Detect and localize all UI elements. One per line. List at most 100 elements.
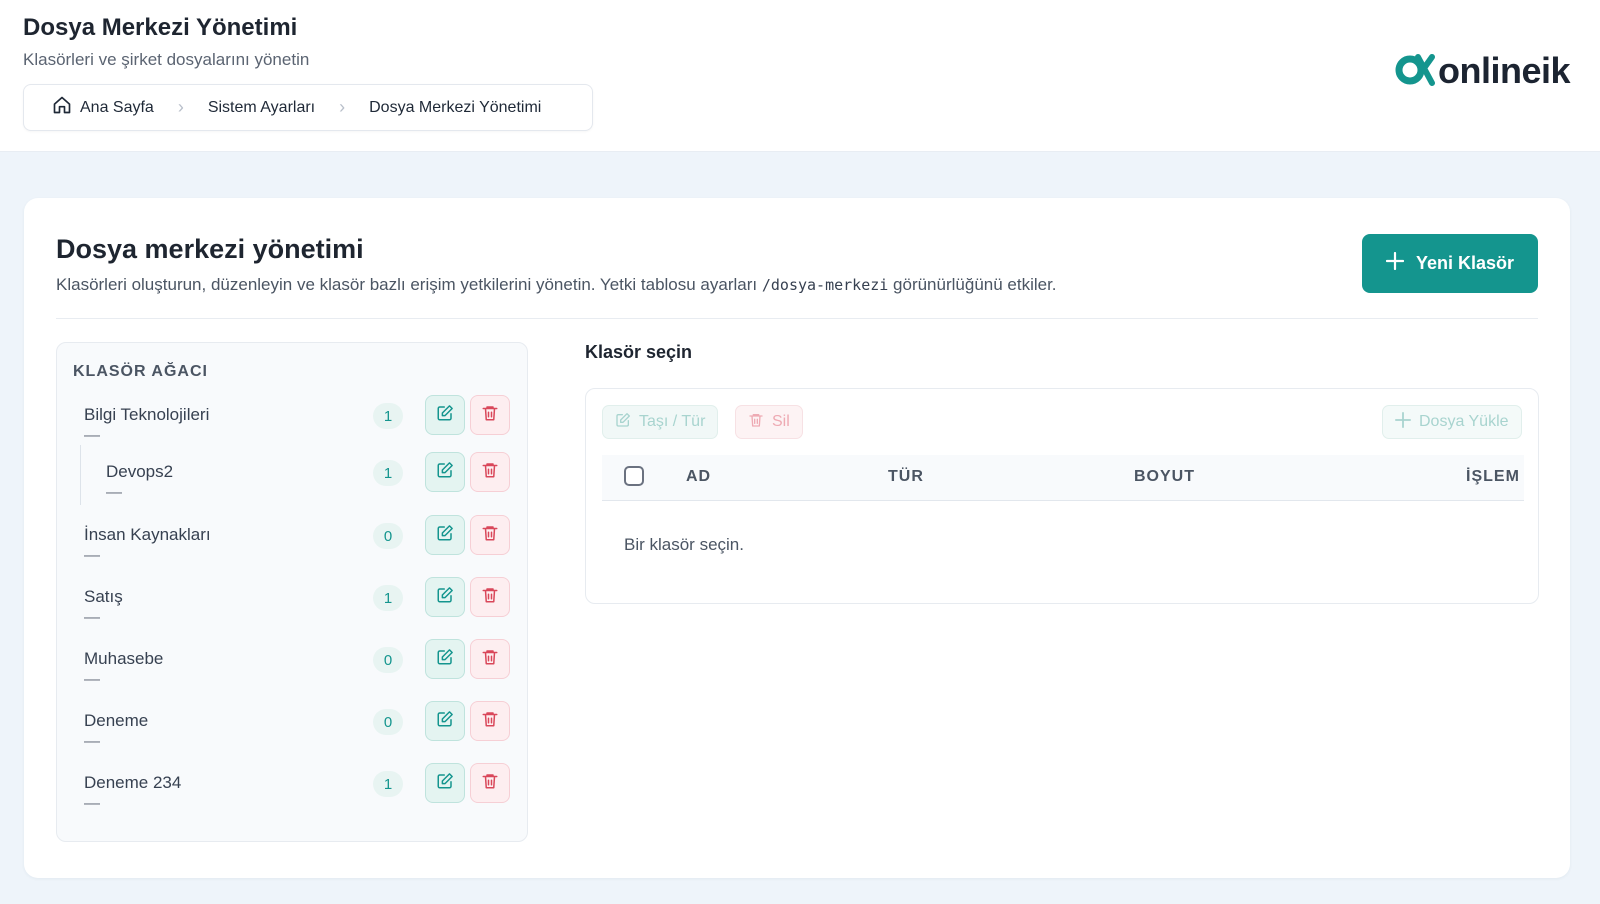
- trash-icon: [481, 461, 499, 484]
- column-size[interactable]: BOYUT: [1134, 468, 1195, 486]
- file-table-header: AD TÜR BOYUT İŞLEM: [602, 455, 1524, 501]
- delete-folder-button[interactable]: [470, 515, 510, 555]
- trash-icon: [481, 710, 499, 733]
- new-folder-button[interactable]: Yeni Klasör: [1362, 234, 1538, 293]
- count-badge: 1: [373, 585, 403, 611]
- count-badge: 1: [373, 771, 403, 797]
- tree-item-muhasebe[interactable]: Muhasebe — 0: [57, 639, 527, 699]
- count-badge: 0: [373, 647, 403, 673]
- top-header: Dosya Merkezi Yönetimi Klasörleri ve şir…: [0, 0, 1600, 152]
- tree-item-name: Muhasebe: [84, 649, 164, 668]
- main-card: Dosya merkezi yönetimi Klasörleri oluştu…: [24, 198, 1570, 878]
- tree-item-name: Bilgi Teknolojileri: [84, 405, 210, 424]
- logo-text: onlineik: [1438, 50, 1571, 91]
- path-code: /dosya-merkezi: [761, 276, 889, 294]
- tree-item-sub: —: [84, 795, 100, 812]
- delete-folder-button[interactable]: [470, 452, 510, 492]
- edit-icon: [436, 772, 454, 795]
- delete-label: Sil: [772, 413, 790, 430]
- breadcrumb-home-label: Ana Sayfa: [80, 98, 154, 116]
- tree-item-sub: —: [84, 733, 100, 750]
- breadcrumb-home[interactable]: Ana Sayfa: [52, 95, 154, 120]
- tree-item-sub: —: [84, 547, 100, 564]
- edit-icon: [436, 404, 454, 427]
- tree-item-sub: —: [84, 609, 100, 626]
- tree-heading: KLASÖR AĞACI: [73, 363, 208, 380]
- trash-icon: [481, 524, 499, 547]
- plus-icon: [1385, 251, 1405, 275]
- edit-icon: [436, 586, 454, 609]
- tree-item-bilgi-teknolojileri[interactable]: Bilgi Teknolojileri — 1: [57, 395, 527, 455]
- delete-folder-button[interactable]: [470, 639, 510, 679]
- trash-icon: [481, 648, 499, 671]
- page-subtitle: Klasörleri ve şirket dosyalarını yönetin: [23, 50, 310, 69]
- trash-icon: [481, 404, 499, 427]
- edit-folder-button[interactable]: [425, 515, 465, 555]
- delete-files-button[interactable]: Sil: [735, 405, 803, 439]
- move-button[interactable]: Taşı / Tür: [602, 405, 719, 439]
- tree-item-devops2[interactable]: Devops2 — 1: [57, 452, 527, 512]
- folder-tree: KLASÖR AĞACI Bilgi Teknolojileri — 1 Dev…: [56, 342, 528, 842]
- edit-icon: [615, 412, 631, 433]
- edit-folder-button[interactable]: [425, 701, 465, 741]
- tree-item-name: Devops2: [106, 462, 174, 481]
- tree-item-sub: —: [106, 484, 122, 501]
- edit-folder-button[interactable]: [425, 639, 465, 679]
- tree-item-sub: —: [84, 427, 100, 444]
- delete-folder-button[interactable]: [470, 701, 510, 741]
- breadcrumb-current: Dosya Merkezi Yönetimi: [369, 98, 542, 116]
- edit-folder-button[interactable]: [425, 763, 465, 803]
- logo: onlineik: [1394, 50, 1571, 92]
- tree-item-name: Deneme 234: [84, 773, 182, 792]
- select-all-checkbox[interactable]: [624, 466, 644, 486]
- card-title: Dosya merkezi yönetimi: [56, 234, 364, 264]
- home-icon: [52, 95, 72, 120]
- column-action: İŞLEM: [1466, 468, 1520, 485]
- chevron-right-icon: ›: [339, 97, 346, 117]
- tree-item-satis[interactable]: Satış — 1: [57, 577, 527, 637]
- count-badge: 1: [373, 460, 403, 486]
- new-folder-label: Yeni Klasör: [1415, 253, 1515, 273]
- page-title: Dosya Merkezi Yönetimi: [23, 14, 298, 41]
- empty-state-text: Bir klasör seçin.: [624, 535, 744, 554]
- tree-item-name: İnsan Kaynakları: [84, 525, 211, 544]
- trash-icon: [481, 772, 499, 795]
- edit-folder-button[interactable]: [425, 452, 465, 492]
- trash-icon: [481, 586, 499, 609]
- edit-folder-button[interactable]: [425, 395, 465, 435]
- detail-title: Klasör seçin: [585, 342, 693, 362]
- delete-folder-button[interactable]: [470, 395, 510, 435]
- logo-mark-icon: [1394, 51, 1436, 92]
- edit-icon: [436, 710, 454, 733]
- tree-item-name: Deneme: [84, 711, 149, 730]
- move-label: Taşı / Tür: [639, 413, 706, 430]
- card-description-text: Klasörleri oluşturun, düzenleyin ve klas…: [56, 275, 758, 294]
- folder-detail-panel: Taşı / Tür Sil Dosya Yükle AD TÜR BOYUT …: [585, 388, 1539, 604]
- breadcrumb-system-settings[interactable]: Sistem Ayarları: [208, 99, 315, 117]
- edit-icon: [436, 648, 454, 671]
- upload-label: Dosya Yükle: [1419, 413, 1509, 430]
- upload-file-button[interactable]: Dosya Yükle: [1382, 405, 1522, 439]
- delete-folder-button[interactable]: [470, 763, 510, 803]
- tree-item-sub: —: [84, 671, 100, 688]
- trash-icon: [748, 412, 764, 433]
- edit-icon: [436, 461, 454, 484]
- edit-folder-button[interactable]: [425, 577, 465, 617]
- divider: [56, 318, 1538, 319]
- breadcrumb: Ana Sayfa › Sistem Ayarları › Dosya Merk…: [23, 84, 593, 131]
- plus-icon: [1395, 411, 1411, 433]
- chevron-right-icon: ›: [177, 97, 184, 117]
- card-description: Klasörleri oluşturun, düzenleyin ve klas…: [56, 275, 1057, 295]
- tree-item-deneme-234[interactable]: Deneme 234 — 1: [57, 763, 527, 823]
- tree-item-insan-kaynaklari[interactable]: İnsan Kaynakları — 0: [57, 515, 527, 575]
- column-type[interactable]: TÜR: [888, 468, 924, 486]
- edit-icon: [436, 524, 454, 547]
- column-name[interactable]: AD: [686, 468, 711, 486]
- count-badge: 1: [373, 403, 403, 429]
- card-description-tail: görünürlüğünü etkiler.: [893, 275, 1057, 294]
- count-badge: 0: [373, 523, 403, 549]
- delete-folder-button[interactable]: [470, 577, 510, 617]
- tree-item-deneme[interactable]: Deneme — 0: [57, 701, 527, 761]
- tree-item-name: Satış: [84, 587, 123, 606]
- count-badge: 0: [373, 709, 403, 735]
